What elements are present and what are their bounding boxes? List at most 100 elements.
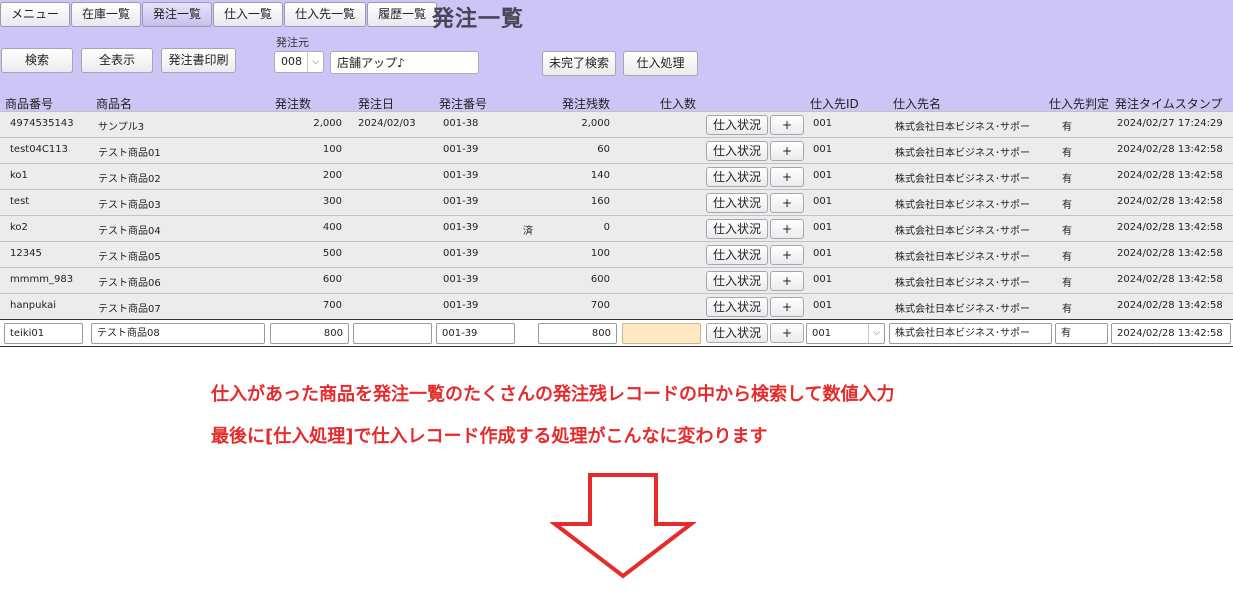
- source-code-select[interactable]: 008 ⌵: [274, 51, 324, 73]
- cell-timestamp: 2024/02/28 13:42:58: [1117, 196, 1223, 207]
- add-button[interactable]: +: [770, 115, 804, 135]
- cell-order-qty: 100: [322, 144, 342, 155]
- print-order-button[interactable]: 発注書印刷: [161, 48, 236, 73]
- cell-supplier-name: 株式会社日本ビジネス･サポー: [895, 304, 1030, 315]
- cell-product-code: 12345: [10, 248, 42, 259]
- remaining-input[interactable]: 800: [538, 323, 617, 344]
- cell-supplier-name: 株式会社日本ビジネス･サポー: [895, 148, 1030, 159]
- table-row: test04C113 テスト商品01 100 001-39 60 仕入状況 + …: [0, 137, 1233, 163]
- purchase-process-button[interactable]: 仕入処理: [623, 51, 698, 76]
- cell-supplier-flag: 有: [1062, 226, 1072, 237]
- purchase-status-button[interactable]: 仕入状況: [706, 219, 768, 239]
- supplier-id-select[interactable]: 001 ⌵: [806, 323, 885, 344]
- order-no-input[interactable]: 001-39: [436, 323, 515, 344]
- tab-purchase-list[interactable]: 仕入一覧: [213, 2, 284, 27]
- tab-history-list[interactable]: 履歴一覧: [367, 2, 438, 27]
- add-button[interactable]: +: [770, 193, 804, 213]
- cell-order-qty: 400: [322, 222, 342, 233]
- col-header-product-name: 商品名: [96, 97, 133, 111]
- cell-order-no: 001-39: [443, 170, 479, 181]
- order-date-input[interactable]: [353, 323, 432, 344]
- table-row: ko1 テスト商品02 200 001-39 140 仕入状況 + 001 株式…: [0, 163, 1233, 189]
- cell-remaining: 160: [590, 196, 610, 207]
- table-row: ko2 テスト商品04 400 001-39 済 0 仕入状況 + 001 株式…: [0, 215, 1233, 241]
- supplier-flag-input[interactable]: 有: [1055, 323, 1108, 344]
- cell-product-name: テスト商品05: [98, 252, 161, 263]
- purchase-status-button[interactable]: 仕入状況: [706, 115, 768, 135]
- purchase-status-button[interactable]: 仕入状況: [706, 141, 768, 161]
- cell-order-qty: 500: [322, 248, 342, 259]
- col-header-supplier-name: 仕入先名: [893, 97, 942, 111]
- add-button[interactable]: +: [770, 297, 804, 317]
- purchase-qty-input[interactable]: [622, 323, 701, 344]
- cell-supplier-id: 001: [813, 274, 833, 285]
- add-button[interactable]: +: [770, 271, 804, 291]
- add-button[interactable]: +: [770, 245, 804, 265]
- down-arrow-icon: [550, 473, 696, 579]
- cell-product-code: test: [10, 196, 30, 207]
- col-header-order-no: 発注番号: [439, 97, 488, 111]
- purchase-status-button[interactable]: 仕入状況: [706, 193, 768, 213]
- cell-supplier-id: 001: [813, 118, 833, 129]
- cell-done-mark: 済: [523, 226, 533, 237]
- cell-supplier-flag: 有: [1062, 304, 1072, 315]
- annotation-line-2: 最後に[仕入処理]で仕入レコード作成する処理がこんなに変わります: [211, 426, 768, 447]
- cell-supplier-name: 株式会社日本ビジネス･サポー: [895, 278, 1030, 289]
- product-code-input[interactable]: teiki01: [4, 323, 83, 344]
- cell-order-qty: 200: [322, 170, 342, 181]
- cell-product-code: ko1: [10, 170, 28, 181]
- cell-timestamp: 2024/02/28 13:42:58: [1117, 300, 1223, 311]
- annotation-line-1: 仕入があった商品を発注一覧のたくさんの発注残レコードの中から検索して数値入力: [211, 384, 895, 405]
- cell-remaining: 100: [590, 248, 610, 259]
- cell-remaining: 2,000: [581, 118, 610, 129]
- cell-timestamp: 2024/02/28 13:42:58: [1117, 248, 1223, 259]
- timestamp-input[interactable]: 2024/02/28 13:42:58: [1111, 323, 1231, 344]
- col-header-supplier-id: 仕入先ID: [810, 97, 859, 111]
- order-qty-input[interactable]: 800: [270, 323, 349, 344]
- cell-product-name: テスト商品04: [98, 226, 161, 237]
- add-button[interactable]: +: [770, 219, 804, 239]
- tab-supplier-list[interactable]: 仕入先一覧: [284, 2, 367, 27]
- cell-timestamp: 2024/02/28 13:42:58: [1117, 274, 1223, 285]
- cell-supplier-flag: 有: [1062, 200, 1072, 211]
- cell-supplier-id: 001: [813, 144, 833, 155]
- header-area: メニュー 在庫一覧 発注一覧 仕入一覧 仕入先一覧 履歴一覧 発注一覧 検索 全…: [0, 0, 1233, 111]
- tab-order-list[interactable]: 発注一覧: [142, 2, 213, 27]
- cell-order-date: 2024/02/03: [358, 118, 416, 129]
- col-header-purchase-qty: 仕入数: [660, 97, 697, 111]
- incomplete-search-button[interactable]: 未完了検索: [542, 51, 616, 76]
- purchase-status-button[interactable]: 仕入状況: [706, 245, 768, 265]
- add-button[interactable]: +: [770, 141, 804, 161]
- cell-order-qty: 300: [322, 196, 342, 207]
- cell-supplier-id: 001: [813, 248, 833, 259]
- nav-tabs: メニュー 在庫一覧 発注一覧 仕入一覧 仕入先一覧 履歴一覧: [0, 2, 438, 27]
- purchase-status-button[interactable]: 仕入状況: [706, 323, 768, 343]
- source-code-value: 008: [281, 55, 302, 68]
- add-button[interactable]: +: [770, 167, 804, 187]
- cell-supplier-flag: 有: [1062, 174, 1072, 185]
- add-button[interactable]: +: [770, 323, 804, 343]
- cell-supplier-flag: 有: [1062, 122, 1072, 133]
- cell-product-code: ko2: [10, 222, 28, 233]
- tab-inventory-list[interactable]: 在庫一覧: [71, 2, 142, 27]
- cell-remaining: 60: [597, 144, 610, 155]
- purchase-status-button[interactable]: 仕入状況: [706, 167, 768, 187]
- purchase-status-button[interactable]: 仕入状況: [706, 271, 768, 291]
- cell-remaining: 700: [590, 300, 610, 311]
- cell-order-qty: 700: [322, 300, 342, 311]
- cell-order-qty: 600: [322, 274, 342, 285]
- product-name-input[interactable]: テスト商品08: [91, 323, 265, 344]
- tab-menu[interactable]: メニュー: [0, 2, 71, 27]
- cell-order-no: 001-39: [443, 196, 479, 207]
- show-all-button[interactable]: 全表示: [81, 48, 153, 73]
- cell-product-code: test04C113: [10, 144, 68, 155]
- cell-supplier-name: 株式会社日本ビジネス･サポー: [895, 226, 1030, 237]
- search-button[interactable]: 検索: [1, 48, 73, 73]
- cell-timestamp: 2024/02/28 13:42:58: [1117, 222, 1223, 233]
- cell-product-name: テスト商品06: [98, 278, 161, 289]
- purchase-status-button[interactable]: 仕入状況: [706, 297, 768, 317]
- col-header-product-code: 商品番号: [5, 97, 54, 111]
- cell-product-name: テスト商品02: [98, 174, 161, 185]
- supplier-name-input[interactable]: 株式会社日本ビジネス･サポー: [889, 323, 1052, 344]
- source-name-input[interactable]: 店舗アップ♪: [330, 51, 479, 74]
